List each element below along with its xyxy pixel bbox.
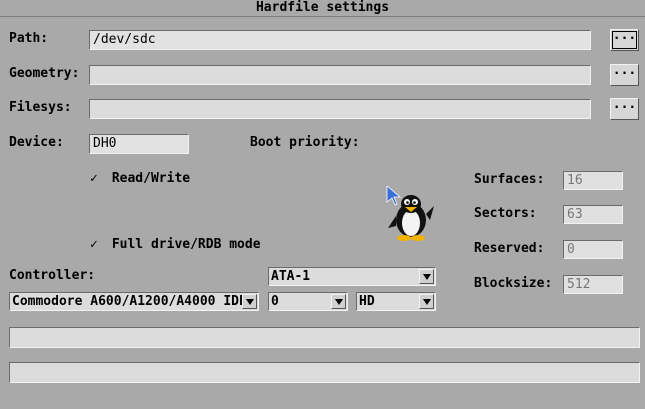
info-bar-2 — [9, 362, 640, 383]
controller-label: Controller: — [9, 268, 96, 283]
controller-unit-value: 0 — [271, 294, 279, 309]
controller-model-value: Commodore A600/A1200/A4000 IDE — [12, 294, 247, 309]
path-browse-button[interactable]: ... — [610, 29, 639, 51]
full-drive-label: Full drive/RDB mode — [111, 237, 261, 252]
mouse-pointer-icon — [386, 185, 402, 206]
sectors-field[interactable]: 63 — [563, 205, 623, 224]
surfaces-label: Surfaces: — [474, 172, 545, 187]
boot-priority-label: Boot priority: — [250, 135, 360, 150]
media-type-select[interactable]: HD — [356, 292, 436, 311]
blocksize-label: Blocksize: — [474, 276, 553, 291]
geometry-field[interactable] — [89, 65, 591, 85]
filesys-browse-button[interactable]: ... — [610, 98, 639, 120]
geometry-label: Geometry: — [9, 66, 80, 81]
controller-model-select[interactable]: Commodore A600/A1200/A4000 IDE — [9, 292, 259, 311]
filesys-field[interactable] — [89, 99, 591, 119]
controller-type-select[interactable]: ATA-1 — [268, 267, 436, 286]
device-field[interactable]: DH0 — [89, 134, 189, 154]
filesys-label: Filesys: — [9, 100, 72, 115]
geometry-browse-button[interactable]: ... — [610, 64, 639, 86]
info-bar-1 — [9, 327, 640, 348]
blocksize-field[interactable]: 512 — [563, 275, 623, 294]
surfaces-field[interactable]: 16 — [563, 171, 623, 190]
controller-unit-select[interactable]: 0 — [268, 292, 348, 311]
reserved-field[interactable]: 0 — [563, 240, 623, 259]
chevron-down-icon — [419, 269, 434, 284]
chevron-down-icon — [242, 294, 257, 309]
controller-type-value: ATA-1 — [271, 269, 311, 284]
device-label: Device: — [9, 135, 64, 150]
checkmark-icon: ✓ — [90, 171, 98, 186]
path-label: Path: — [9, 31, 49, 46]
media-type-value: HD — [359, 294, 375, 309]
chevron-down-icon — [419, 294, 434, 309]
reserved-label: Reserved: — [474, 241, 545, 256]
chevron-down-icon — [331, 294, 346, 309]
read-write-label: Read/Write — [111, 171, 191, 186]
read-write-checkbox[interactable]: ✓ Read/Write — [90, 170, 190, 188]
sectors-label: Sectors: — [474, 206, 537, 221]
checkmark-icon: ✓ — [90, 237, 98, 252]
full-drive-checkbox[interactable]: ✓ Full drive/RDB mode — [90, 236, 261, 254]
penguin-icon — [386, 185, 436, 242]
window-title: Hardfile settings — [0, 0, 645, 17]
path-field[interactable]: /dev/sdc — [89, 30, 591, 50]
